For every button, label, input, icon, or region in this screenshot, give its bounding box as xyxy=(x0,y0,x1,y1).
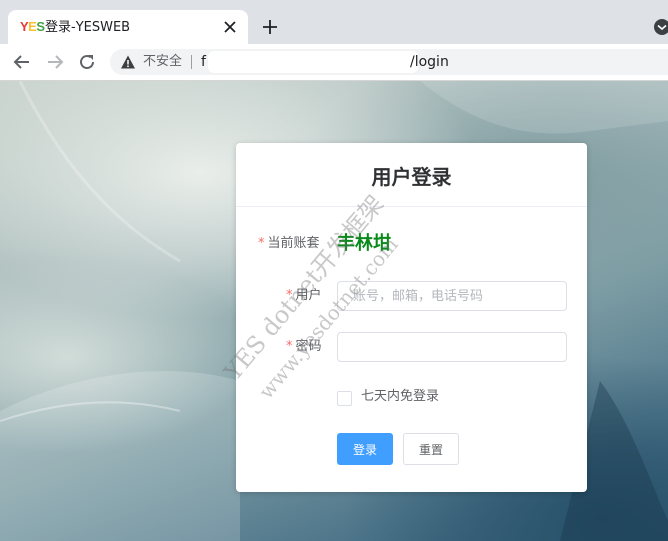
password-input[interactable] xyxy=(337,332,567,362)
screen: YES 登录-YESWEB 不安全 f /login 用户登录 * 当前账套 丰… xyxy=(0,0,668,541)
page-background: 用户登录 *当前账套 丰林坩 *用户 *密码 七天内免登录 登录 重置 YES … xyxy=(0,81,668,541)
required-mark: * xyxy=(258,236,265,251)
remember-label[interactable]: 七天内免登录 xyxy=(361,388,439,406)
url-redaction xyxy=(208,51,418,73)
security-label[interactable]: 不安全 xyxy=(143,53,182,71)
username-input[interactable] xyxy=(337,281,567,311)
tab-strip: YES 登录-YESWEB xyxy=(0,0,668,44)
account-label: * 当前账套 xyxy=(258,236,320,251)
yes-logo-icon: YES xyxy=(20,19,45,34)
password-label: * 密码 xyxy=(286,339,322,354)
account-value: 丰林坩 xyxy=(337,233,391,254)
login-title: 用户登录 xyxy=(371,165,452,189)
reset-button[interactable]: 重置 xyxy=(403,433,459,465)
back-arrow-icon xyxy=(13,55,29,69)
plus-icon xyxy=(263,20,277,34)
url-text-end: /login xyxy=(410,54,449,70)
browser-tab[interactable]: YES 登录-YESWEB xyxy=(8,10,248,44)
url-divider xyxy=(191,55,192,69)
new-tab-button[interactable] xyxy=(259,16,281,38)
required-mark: * xyxy=(286,339,293,354)
reload-icon xyxy=(80,55,94,69)
tab-title: 登录-YESWEB xyxy=(45,20,131,35)
card-divider xyxy=(236,206,587,207)
required-mark: * xyxy=(286,288,293,303)
user-label: * 用户 xyxy=(286,288,322,303)
url-text-start: f xyxy=(201,54,206,70)
forward-button[interactable] xyxy=(45,52,65,72)
remember-checkbox[interactable] xyxy=(337,391,352,406)
tab-search-icon[interactable] xyxy=(652,17,668,37)
close-icon[interactable] xyxy=(222,19,238,35)
login-card: 用户登录 *当前账套 丰林坩 *用户 *密码 七天内免登录 登录 重置 xyxy=(236,143,587,492)
back-button[interactable] xyxy=(12,52,32,72)
address-bar[interactable]: 不安全 f /login xyxy=(110,49,668,75)
login-button[interactable]: 登录 xyxy=(337,433,393,465)
reload-button[interactable] xyxy=(77,52,97,72)
warning-icon[interactable] xyxy=(120,54,136,70)
browser-toolbar: 不安全 f /login xyxy=(0,44,668,81)
forward-arrow-icon xyxy=(48,55,64,69)
